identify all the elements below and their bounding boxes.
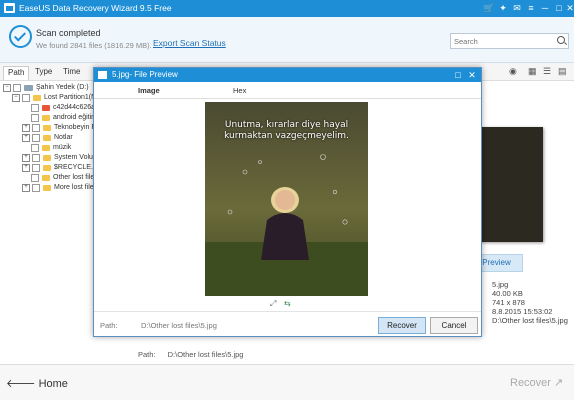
tab-type[interactable]: Type [31,66,56,79]
dialog-title: 5.jpg- File Preview [112,70,178,79]
folder-icon [43,135,51,141]
dialog-divider [94,311,481,312]
minimize-icon[interactable]: ─ [538,1,552,15]
file-preview-dialog: 5.jpg- File Preview □ ✕ Image Hex Unutma… [93,67,482,337]
cart-icon[interactable]: 🛒 [482,1,496,15]
folder-icon [43,155,51,161]
tree-item[interactable]: + $RECYCLE.BII [22,163,101,173]
dialog-path-value: D:\Other lost files\5.jpg [141,321,217,330]
tree-item[interactable]: + Notlar [22,133,73,143]
checkbox[interactable] [32,164,40,172]
check-circle-icon [9,25,32,48]
app-icon [4,3,15,13]
pin-icon[interactable]: ✦ [496,1,510,15]
detail-view-icon[interactable]: ▤ [558,66,567,77]
dialog-path-label: Path: [100,321,118,330]
scan-status: Scan completed [36,28,101,38]
home-button[interactable]: 🡐 Home [6,376,68,390]
collapse-icon[interactable]: − [3,84,11,92]
folder-icon [43,165,51,171]
export-scan-status-link[interactable]: Export Scan Status [153,38,226,48]
recover-main-button[interactable]: Recover ↗ [510,376,563,389]
tab-path[interactable]: Path [3,66,30,80]
checkbox[interactable] [32,124,40,132]
expand-icon[interactable]: + [22,184,30,192]
folder-icon [42,175,50,181]
drive-icon [24,85,33,91]
checkbox[interactable] [32,184,40,192]
eye-icon[interactable]: ◉ [509,66,517,77]
expand-icon[interactable]: + [22,134,30,142]
folder-icon [43,125,51,131]
tree-item[interactable]: + More lost file [22,183,94,193]
grid-view-icon[interactable]: ▦ [528,66,537,77]
tree-item[interactable]: c42d44c626a8 [31,103,99,113]
path-strip: Path: D:\Other lost files\5.jpg [138,350,418,364]
window-title: EaseUS Data Recovery Wizard 9.5 Free [19,3,172,13]
arrow-left-icon: 🡐 [6,378,36,390]
close-icon[interactable]: ✕ [563,1,574,15]
title-bar: EaseUS Data Recovery Wizard 9.5 Free 🛒 ✦… [0,0,574,17]
tree-item[interactable]: − Şahin Yedek (D:) [3,83,89,93]
scan-header: Scan completed We found 2841 files (1816… [0,17,574,63]
expand-icon[interactable]: + [22,154,30,162]
folder-tree: − Şahin Yedek (D:) − Lost Partition1(N c42… [0,81,101,351]
dialog-app-icon [98,71,107,79]
path-label: Path: [138,350,156,359]
footer: 🡐 Home Recover ↗ [0,365,574,400]
tree-item[interactable]: müzik [31,143,71,153]
dialog-tabs: Image Hex [94,82,481,99]
checkbox[interactable] [31,114,39,122]
preview-thumbnail [480,127,543,242]
tab-time[interactable]: Time [59,66,84,79]
checkbox[interactable] [31,104,39,112]
checkbox[interactable] [31,144,39,152]
close-icon[interactable]: ✕ [466,69,478,81]
star-folder-icon [43,185,51,191]
recover-button[interactable]: Recover [378,317,426,334]
tab-hex[interactable]: Hex [233,86,246,95]
collapse-icon[interactable]: − [12,94,20,102]
checkbox[interactable] [13,84,21,92]
expand-icon[interactable]: + [22,124,30,132]
folder-icon [33,95,41,101]
tree-item[interactable]: + Teknobeyin F [22,123,96,133]
menu-icon[interactable]: ≡ [524,1,538,15]
checkbox[interactable] [32,154,40,162]
tree-item[interactable]: Other lost file [31,173,94,183]
expand-icon[interactable]: + [22,164,30,172]
arrow-icon: ↗ [554,377,564,389]
folder-icon [42,145,50,151]
tree-item[interactable]: + System Volur [22,153,95,163]
maximize-icon[interactable]: □ [452,69,464,81]
search-input[interactable] [451,34,547,48]
file-name: 5.jpg [492,280,509,289]
image-caption: Unutma, kırarlar diye hayal kurmaktan va… [224,120,349,141]
file-path: D:\Other lost files\5.jpg [492,316,568,325]
checkbox[interactable] [32,134,40,142]
tree-item[interactable]: android eğitin [31,113,95,123]
chat-icon[interactable]: ✉ [510,1,524,15]
folder-icon [42,115,50,121]
preview-tools: ⤢ ⇆ [270,299,300,309]
folder-red-icon [42,105,50,111]
scan-info: We found 2841 files (1816.29 MB). [36,41,152,50]
search-box[interactable] [450,33,569,49]
checkbox[interactable] [22,94,30,102]
file-dimensions: 741 x 878 [492,298,525,307]
search-icon[interactable] [557,36,565,44]
file-date: 8.8.2015 15:53:02 [492,307,553,316]
preview-image: Unutma, kırarlar diye hayal kurmaktan va… [205,102,368,296]
file-size: 40.00 KB [492,289,523,298]
tree-item[interactable]: − Lost Partition1(N [12,93,96,103]
tab-image[interactable]: Image [138,86,160,95]
cancel-button[interactable]: Cancel [430,317,478,334]
dialog-title-bar: 5.jpg- File Preview □ ✕ [94,68,481,82]
rotate-icon[interactable]: ⇆ [284,299,291,308]
fit-icon[interactable]: ⤢ [270,299,276,309]
path-value: D:\Other lost files\5.jpg [167,350,244,359]
checkbox[interactable] [31,174,39,182]
list-view-icon[interactable]: ☰ [543,66,551,77]
